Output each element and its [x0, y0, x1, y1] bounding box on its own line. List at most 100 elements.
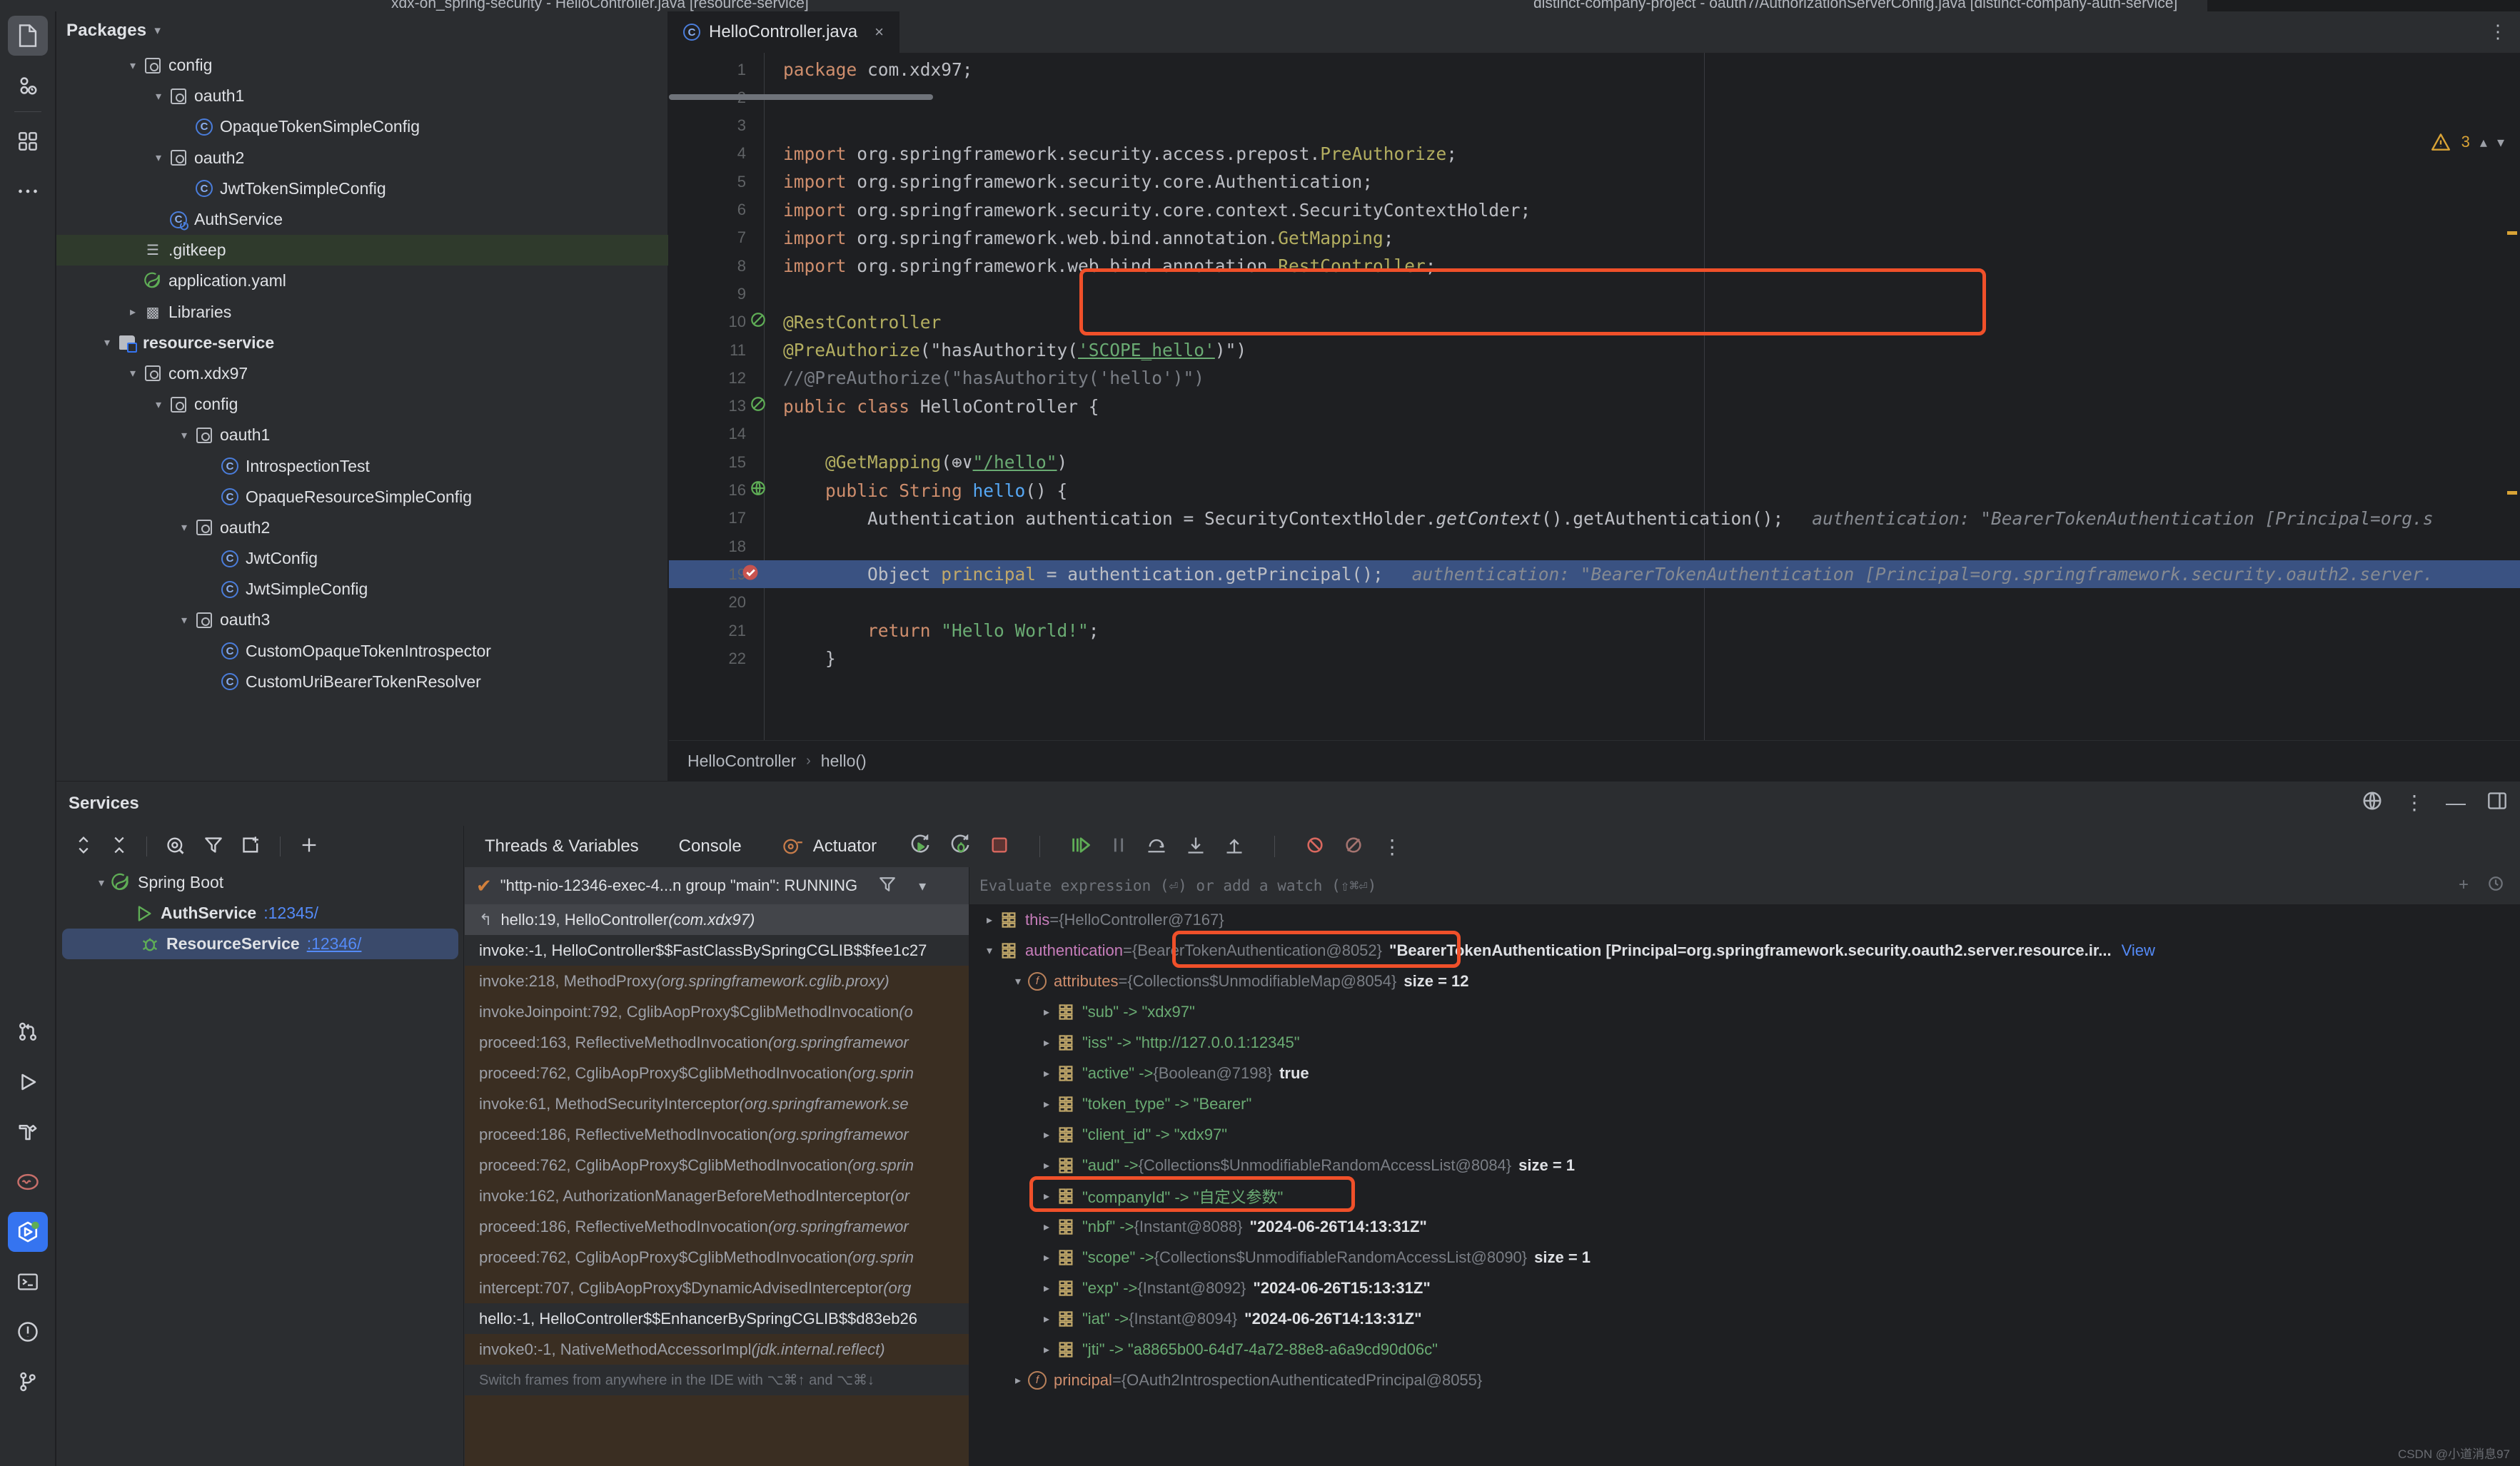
services-tree-item[interactable]: AuthService:12345/	[56, 898, 464, 929]
stack-frame-row[interactable]: proceed:762, CglibAopProxy$CglibMethodIn…	[465, 1058, 969, 1088]
project-tree-item[interactable]: application.yaml	[56, 266, 668, 296]
project-tree-item[interactable]: ▾oauth1	[56, 81, 668, 111]
stack-frame-row[interactable]: invokeJoinpoint:792, CglibAopProxy$Cglib…	[465, 996, 969, 1027]
variable-expander-icon[interactable]: ▸	[1037, 1128, 1057, 1142]
variable-row[interactable]: ▸"jti" -> "a8865b00-64d7-4a72-88e8-a6a9c…	[969, 1334, 2520, 1365]
breakpoint-icon[interactable]	[740, 562, 759, 587]
more-options-icon[interactable]: ⋮	[2404, 791, 2424, 814]
spring-bean-gutter-icon[interactable]	[749, 311, 767, 333]
variable-expander-icon[interactable]: ▸	[1037, 1250, 1057, 1265]
chevron-down-icon[interactable]: ▾	[2497, 133, 2504, 151]
project-tree-item[interactable]: CAuthService	[56, 204, 668, 235]
variable-row[interactable]: ▸"active" -> {Boolean@7198}true	[969, 1058, 2520, 1088]
variable-row[interactable]: ▸"nbf" -> {Instant@8088}"2024-06-26T14:1…	[969, 1211, 2520, 1242]
stack-frame-row[interactable]: ↰hello:19, HelloController (com.xdx97)	[465, 904, 969, 935]
variable-row[interactable]: ▸"aud" -> {Collections$UnmodifiableRando…	[969, 1150, 2520, 1181]
stack-frame-row[interactable]: invoke:-1, HelloController$$FastClassByS…	[465, 935, 969, 966]
code-line[interactable]: 7import org.springframework.web.bind.ann…	[669, 224, 2520, 252]
stop-icon[interactable]	[989, 835, 1009, 859]
watch-settings-icon[interactable]	[2487, 875, 2504, 897]
breadcrumb-method[interactable]: hello()	[821, 752, 867, 771]
services-item-port[interactable]: :12346/	[307, 934, 362, 954]
variable-expander-icon[interactable]: ▸	[1037, 1005, 1057, 1019]
add-watch-icon[interactable]: +	[2459, 875, 2469, 897]
breadcrumb-class[interactable]: HelloController	[687, 752, 796, 771]
notifications-icon[interactable]	[8, 1312, 48, 1352]
variable-expander-icon[interactable]: ▾	[1008, 974, 1028, 989]
services-tree-item[interactable]: ResourceService:12346/	[62, 929, 458, 959]
project-tree[interactable]: ▾config▾oauth1COpaqueTokenSimpleConfig▾o…	[56, 50, 668, 781]
code-line[interactable]: 5import org.springframework.security.cor…	[669, 168, 2520, 196]
project-tree-item[interactable]: CIntrospectionTest	[56, 450, 668, 481]
variable-expander-icon[interactable]: ▸	[1037, 1097, 1057, 1111]
project-tree-item[interactable]: COpaqueTokenSimpleConfig	[56, 111, 668, 142]
frames-list[interactable]: ↰hello:19, HelloController (com.xdx97)in…	[465, 904, 969, 1466]
code-line[interactable]: 6import org.springframework.security.cor…	[669, 196, 2520, 224]
expand-all-icon[interactable]	[75, 834, 92, 859]
tree-expander-icon[interactable]: ▾	[175, 520, 193, 535]
code-line[interactable]: 16 public String hello() {	[669, 477, 2520, 505]
editor-options-icon[interactable]: ⋮	[2489, 21, 2507, 41]
code-line[interactable]: 17 Authentication authentication = Secur…	[669, 505, 2520, 532]
variable-expander-icon[interactable]: ▸	[979, 913, 999, 927]
new-tab-icon[interactable]	[241, 836, 261, 858]
project-tree-item[interactable]: COpaqueResourceSimpleConfig	[56, 482, 668, 512]
code-line[interactable]: 11@PreAuthorize("hasAuthority('SCOPE_hel…	[669, 336, 2520, 364]
show-icon[interactable]	[166, 836, 186, 858]
tree-expander-icon[interactable]: ▾	[124, 366, 142, 380]
variable-row[interactable]: ▸"exp" -> {Instant@8092}"2024-06-26T15:1…	[969, 1273, 2520, 1303]
stack-frame-row[interactable]: proceed:762, CglibAopProxy$CglibMethodIn…	[465, 1150, 969, 1181]
structure-icon[interactable]	[8, 121, 48, 161]
code-line[interactable]: 21 return "Hello World!";	[669, 617, 2520, 644]
tree-expander-icon[interactable]: ▾	[175, 613, 193, 627]
project-tree-item[interactable]: ▾config	[56, 389, 668, 420]
thread-filter-icon[interactable]	[879, 876, 896, 896]
tab-actuator[interactable]: Actuator	[762, 826, 897, 867]
stack-frame-row[interactable]: proceed:186, ReflectiveMethodInvocation …	[465, 1119, 969, 1150]
project-files-icon[interactable]	[8, 16, 48, 56]
version-control-icon[interactable]	[8, 1012, 48, 1052]
project-tree-item[interactable]: ▾oauth1	[56, 420, 668, 450]
stack-frame-row[interactable]: invoke0:-1, NativeMethodAccessorImpl (jd…	[465, 1334, 969, 1365]
project-tree-item[interactable]: ▾config	[56, 50, 668, 81]
code-line[interactable]: 8import org.springframework.web.bind.ann…	[669, 252, 2520, 280]
terminal-icon[interactable]	[8, 1262, 48, 1302]
code-line[interactable]: 2	[669, 84, 2520, 111]
variable-expander-icon[interactable]: ▸	[1037, 1036, 1057, 1050]
tree-expander-icon[interactable]: ▸	[124, 305, 142, 319]
settings-globe-icon[interactable]	[2362, 790, 2383, 815]
layout-icon[interactable]	[2487, 792, 2507, 814]
variable-expander-icon[interactable]: ▸	[1037, 1066, 1057, 1081]
variable-row[interactable]: ▾fattributes = {Collections$Unmodifiable…	[969, 966, 2520, 996]
variable-row[interactable]: ▸"companyId" -> "自定义参数"	[969, 1181, 2520, 1211]
rerun-icon[interactable]	[909, 834, 931, 859]
step-out-icon[interactable]	[1224, 835, 1244, 859]
variable-row[interactable]: ▸"sub" -> "xdx97"	[969, 996, 2520, 1027]
breadcrumb[interactable]: HelloController › hello()	[669, 740, 2520, 781]
tree-expander-icon[interactable]: ▾	[124, 59, 142, 73]
stack-frame-row[interactable]: intercept:707, CglibAopProxy$DynamicAdvi…	[465, 1273, 969, 1303]
stack-frame-row[interactable]: invoke:162, AuthorizationManagerBeforeMe…	[465, 1181, 969, 1211]
git-branch-icon[interactable]	[8, 1362, 48, 1402]
variable-expander-icon[interactable]: ▸	[1037, 1312, 1057, 1326]
chevron-down-icon[interactable]: ▾	[154, 24, 161, 38]
watch-input[interactable]: Evaluate expression (⏎) or add a watch (…	[969, 867, 2520, 904]
code-line[interactable]: 3	[669, 112, 2520, 140]
code-line[interactable]: 18	[669, 532, 2520, 560]
project-tree-item[interactable]: CJwtConfig	[56, 543, 668, 574]
code-line[interactable]: 22 }	[669, 644, 2520, 672]
project-tree-item[interactable]: CCustomUriBearerTokenResolver	[56, 667, 668, 697]
rerun-debug-icon[interactable]	[949, 834, 971, 859]
inspection-widget[interactable]: 3 ▴ ▾	[2430, 133, 2504, 151]
project-tree-item[interactable]: ▾resource-service	[56, 328, 668, 358]
variable-row[interactable]: ▸"iat" -> {Instant@8094}"2024-06-26T14:1…	[969, 1303, 2520, 1334]
variable-row[interactable]: ▸"scope" -> {Collections$UnmodifiableRan…	[969, 1242, 2520, 1273]
variable-row[interactable]: ▸"iss" -> "http://127.0.0.1:12345"	[969, 1027, 2520, 1058]
stack-frame-row[interactable]: invoke:61, MethodSecurityInterceptor (or…	[465, 1088, 969, 1119]
code-line[interactable]: 4import org.springframework.security.acc…	[669, 140, 2520, 168]
more-tool-windows-icon[interactable]	[8, 171, 48, 211]
project-tree-item[interactable]: ▾oauth2	[56, 512, 668, 543]
stack-frame-row[interactable]: hello:-1, HelloController$$EnhancerBySpr…	[465, 1303, 969, 1334]
project-panel-header[interactable]: Packages ▾	[56, 11, 668, 50]
project-tree-item[interactable]: ▸▩Libraries	[56, 297, 668, 328]
